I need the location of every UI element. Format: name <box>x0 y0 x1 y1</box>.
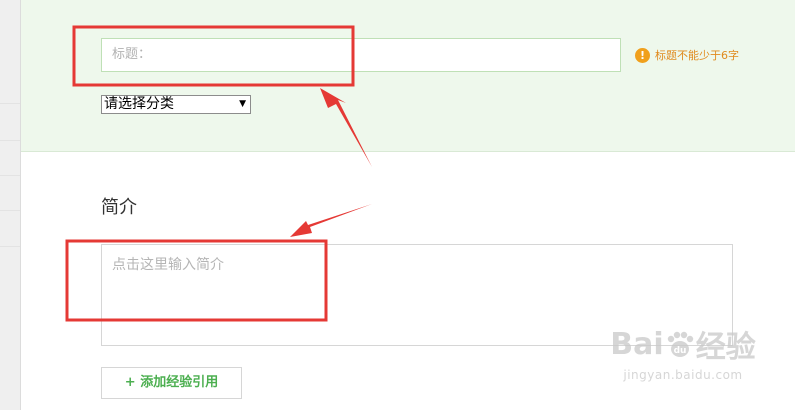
intro-heading: 简介 <box>101 197 137 218</box>
title-warning: ! 标题不能少于6字 <box>635 46 739 64</box>
sidebar-divider <box>0 103 20 104</box>
left-sidebar-strip <box>0 0 20 410</box>
add-reference-button[interactable]: + 添加经验引用 <box>101 367 242 399</box>
paw-icon: du <box>667 331 693 357</box>
warning-icon: ! <box>635 47 650 63</box>
dropdown-caret-icon: ▼ <box>239 99 246 109</box>
sidebar-divider <box>0 210 20 211</box>
title-panel: 标题： ! 标题不能少于6字 请选择分类 ▼ <box>21 0 795 152</box>
sidebar-divider <box>0 140 20 141</box>
sidebar-divider <box>0 246 20 247</box>
sidebar-divider <box>0 175 20 176</box>
paw-label: du <box>673 346 686 356</box>
title-warning-text: 标题不能少于6字 <box>655 49 739 62</box>
category-selected-value: 请选择分类 <box>104 96 174 112</box>
category-select[interactable]: 请选择分类 ▼ <box>101 95 251 114</box>
baidu-jingyan-watermark: Bai du 经验 jingyan.baidu.com <box>608 322 758 383</box>
watermark-brand-left: Bai <box>610 326 664 362</box>
watermark-brand-right: 经验 <box>695 330 756 365</box>
title-input[interactable]: 标题： <box>101 38 621 72</box>
watermark-domain: jingyan.baidu.com <box>623 368 743 382</box>
